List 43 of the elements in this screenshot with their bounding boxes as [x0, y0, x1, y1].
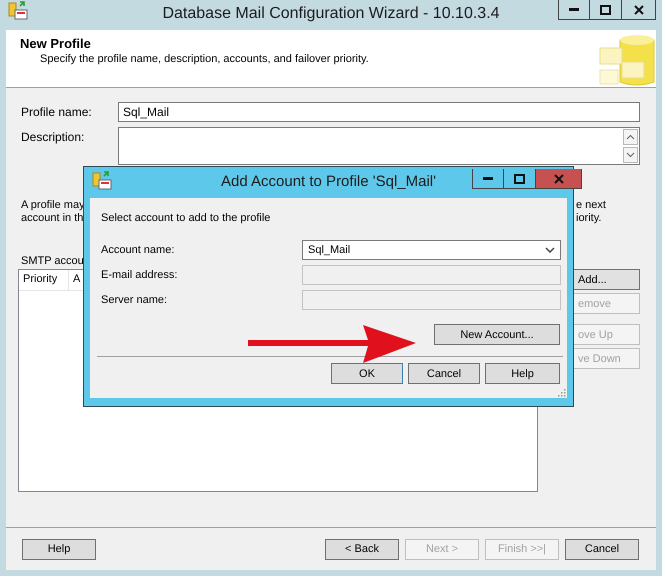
minimize-button[interactable] [558, 0, 590, 20]
new-account-button[interactable]: New Account... [434, 324, 560, 345]
dialog-button[interactable]: Help [485, 363, 560, 384]
field-label: Account name: [101, 244, 176, 256]
description-field[interactable] [118, 127, 640, 165]
dialog-title: Add Account to Profile 'Sql_Mail' [220, 173, 436, 190]
minimize-icon [483, 177, 493, 180]
field-label: E-mail address: [101, 269, 178, 281]
scroll-down-icon[interactable] [623, 147, 638, 163]
info-text: iority. [576, 212, 602, 225]
dialog-button[interactable]: OK [331, 363, 403, 384]
wizard-button[interactable]: Cancel [565, 538, 639, 560]
profile-name-field[interactable]: Sql_Mail [118, 102, 640, 122]
column-header[interactable]: Priority [19, 270, 69, 290]
wizard-button[interactable]: < Back [325, 538, 399, 560]
maximize-icon [514, 174, 525, 184]
field-label: Description: [20, 129, 86, 144]
maximize-button[interactable] [590, 0, 622, 20]
close-icon [554, 174, 564, 184]
wizard-button[interactable]: Help [22, 538, 96, 560]
page-title: New Profile [20, 36, 92, 51]
chevron-icon [545, 247, 555, 253]
close-button[interactable] [622, 0, 656, 20]
minimize-button[interactable] [472, 169, 504, 189]
resize-grip-icon[interactable] [557, 388, 566, 397]
field-label: Server name: [101, 294, 168, 306]
wizard-icon [7, 0, 29, 22]
minimize-icon [569, 8, 579, 11]
database-icon [598, 32, 656, 86]
close-icon [634, 4, 644, 14]
page-subtitle: Specify the profile name, description, accounts, and failover priority. [40, 53, 369, 65]
dialog-icon [91, 170, 113, 192]
accounts-label: SMTP accou [21, 255, 84, 267]
info-text: e next [576, 199, 607, 212]
window-title: Database Mail Configuration Wizard - 10.10.3.4 [162, 5, 500, 23]
field-label: Profile name: [20, 104, 93, 119]
dialog-prompt: Select account to add to the profile [101, 212, 272, 224]
info-text: account in th [21, 212, 84, 225]
scroll-up-icon[interactable] [623, 129, 638, 145]
side-button[interactable]: Add... [572, 269, 640, 290]
dialog-button[interactable]: Cancel [408, 363, 480, 384]
account-dropdown[interactable]: Sql_Mail [302, 240, 561, 260]
maximize-icon [600, 4, 611, 14]
